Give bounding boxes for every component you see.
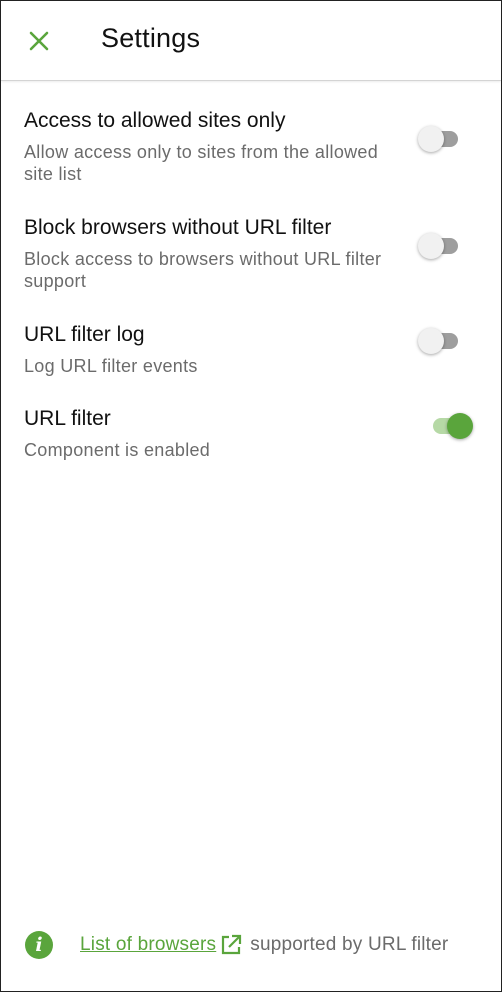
setting-label: Access to allowed sites only (24, 109, 286, 132)
url-filter-toggle[interactable] (427, 410, 475, 442)
setting-description: Component is enabled (24, 440, 211, 460)
setting-label: Block browsers without URL filter (24, 216, 332, 239)
setting-block-browsers[interactable]: Block browsers without URL filter Block … (24, 215, 479, 292)
toggle-thumb (447, 413, 473, 439)
url-filter-log-toggle[interactable] (418, 325, 466, 357)
setting-label: URL filter log (24, 323, 145, 346)
toggle-thumb (418, 233, 444, 259)
close-button[interactable] (23, 25, 55, 57)
footer-suffix-text: supported by URL filter (250, 934, 449, 955)
browsers-info-footer: i List of browsers supported by URL filt… (25, 929, 495, 961)
allowed-sites-only-toggle[interactable] (418, 123, 466, 155)
setting-url-filter-log[interactable]: URL filter log Log URL filter events (24, 322, 479, 377)
browsers-list-link[interactable]: List of browsers (80, 934, 216, 956)
close-icon (29, 31, 49, 51)
toggle-thumb (418, 126, 444, 152)
page-title: Settings (101, 23, 201, 53)
toggle-thumb (418, 328, 444, 354)
info-icon: i (25, 931, 53, 959)
setting-allowed-sites-only[interactable]: Access to allowed sites only Allow acces… (24, 108, 479, 185)
setting-url-filter[interactable]: URL filter Component is enabled (24, 406, 479, 461)
block-browsers-toggle[interactable] (418, 230, 466, 262)
setting-label: URL filter (24, 407, 111, 430)
external-link-icon[interactable] (220, 934, 242, 956)
settings-screen: Settings Access to allowed sites only Al… (0, 0, 502, 992)
app-bar: Settings (1, 1, 501, 81)
setting-description: Block access to browsers without URL fil… (24, 249, 382, 291)
setting-description: Allow access only to sites from the allo… (24, 142, 379, 184)
setting-description: Log URL filter events (24, 356, 198, 376)
